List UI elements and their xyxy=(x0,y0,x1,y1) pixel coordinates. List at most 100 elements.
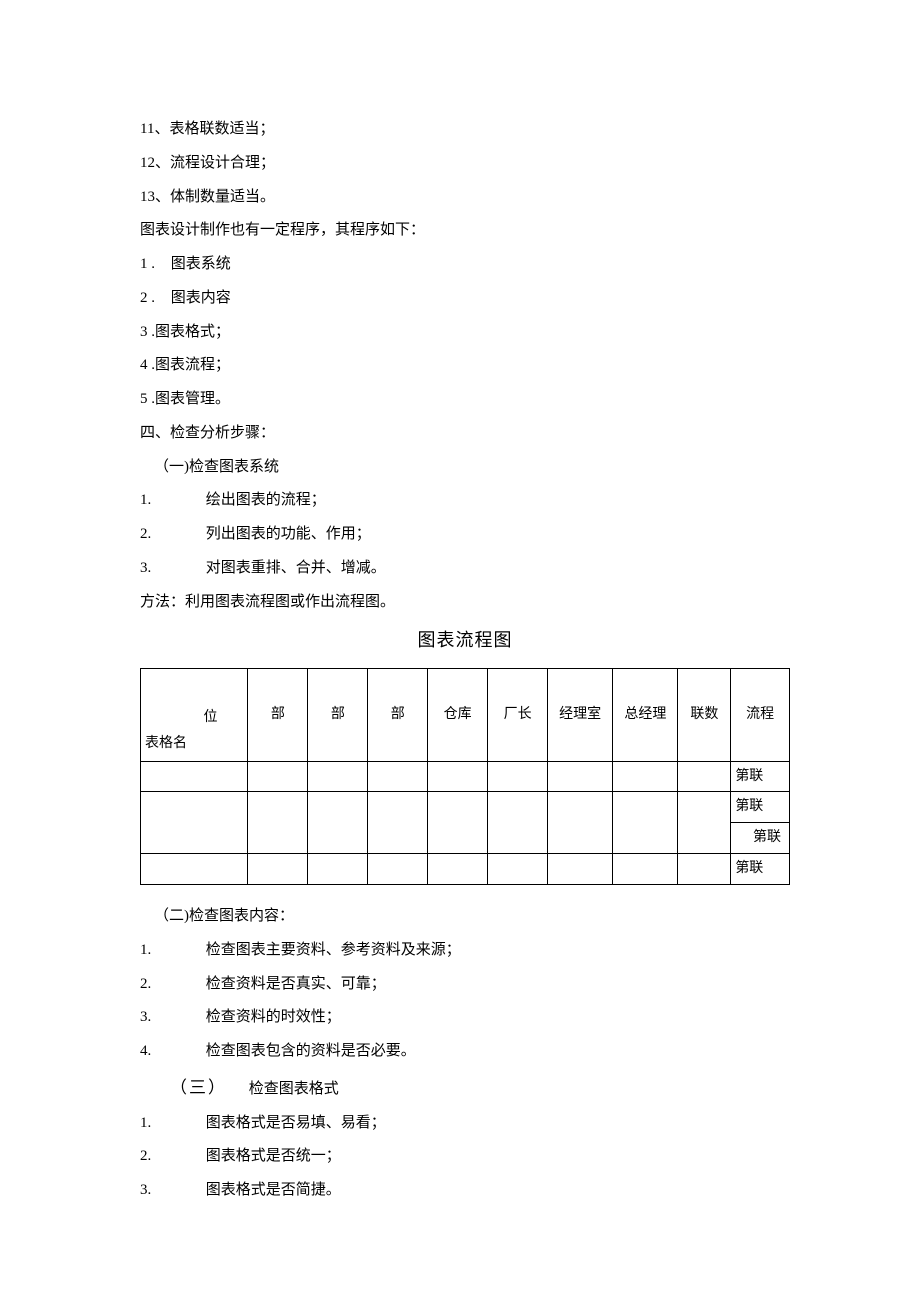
method-line: 方法：利用图表流程图或作出流程图。 xyxy=(140,589,790,617)
design-intro: 图表设计制作也有一定程序，其程序如下： xyxy=(140,217,790,245)
list-text: 图表格式是否易填、易看； xyxy=(206,1115,386,1131)
table-row: 第联 xyxy=(141,761,790,792)
cell xyxy=(428,792,488,854)
list-text: 检查图表包含的资料是否必要。 xyxy=(206,1043,416,1059)
line-item-11: 11、表格联数适当； xyxy=(140,116,790,144)
cell xyxy=(613,854,678,885)
flowchart-table: 位 表格名 部 部 部 仓库 厂长 经理室 总经理 联数 流程 第联 第联 第联… xyxy=(140,668,790,886)
cell xyxy=(678,854,731,885)
list-num: 3. xyxy=(140,1177,202,1205)
table-title: 图表流程图 xyxy=(140,624,790,657)
cell xyxy=(141,792,248,854)
cell xyxy=(678,761,731,792)
cell xyxy=(308,761,368,792)
cell xyxy=(248,854,308,885)
col-header: 部 xyxy=(308,668,368,761)
corner-label-name: 表格名 xyxy=(145,731,187,757)
sub3-item-3: 3. 图表格式是否简捷。 xyxy=(140,1177,790,1205)
sub3-label: 检查图表格式 xyxy=(231,1081,339,1097)
list-num: 1 . xyxy=(140,256,155,272)
sub1-item-2: 2. 列出图表的功能、作用； xyxy=(140,521,790,549)
cell xyxy=(548,792,613,854)
cell xyxy=(613,792,678,854)
cell xyxy=(368,792,428,854)
sub2-item-2: 2. 检查资料是否真实、可靠； xyxy=(140,971,790,999)
list-text: 检查资料是否真实、可靠； xyxy=(206,976,386,992)
subsection-2-title: （二)检查图表内容： xyxy=(140,903,790,931)
col-header: 总经理 xyxy=(613,668,678,761)
list-text: 对图表重排、合并、增减。 xyxy=(206,560,386,576)
cell xyxy=(428,854,488,885)
cell xyxy=(141,854,248,885)
cell xyxy=(368,854,428,885)
sub2-item-3: 3. 检查资料的时效性； xyxy=(140,1004,790,1032)
design-item-3: 3 .图表格式； xyxy=(140,319,790,347)
cell-flow: 第联 xyxy=(731,823,790,854)
list-num: 2. xyxy=(140,521,202,549)
cell xyxy=(308,854,368,885)
list-text: 检查资料的时效性； xyxy=(206,1009,341,1025)
list-text: 图表内容 xyxy=(159,290,231,306)
list-num: 2. xyxy=(140,971,202,999)
cell xyxy=(488,792,548,854)
cell xyxy=(548,761,613,792)
table-row: 第联 xyxy=(141,792,790,823)
sub1-item-1: 1. 绘出图表的流程； xyxy=(140,487,790,515)
line-item-13: 13、体制数量适当。 xyxy=(140,184,790,212)
col-header: 部 xyxy=(368,668,428,761)
cell xyxy=(308,792,368,854)
list-text: 图表格式是否简捷。 xyxy=(206,1182,341,1198)
cell xyxy=(368,761,428,792)
cell xyxy=(488,854,548,885)
list-num: 3. xyxy=(140,555,202,583)
corner-label-wei: 位 xyxy=(203,705,217,731)
list-text: 检查图表主要资料、参考资料及来源； xyxy=(206,942,461,958)
list-num: 2 . xyxy=(140,290,155,306)
list-num: 1. xyxy=(140,937,202,965)
list-num: 1. xyxy=(140,1110,202,1138)
sub3-item-2: 2. 图表格式是否统一； xyxy=(140,1143,790,1171)
cell xyxy=(678,792,731,854)
sub3-num: （三） xyxy=(170,1078,227,1097)
table-header-row: 位 表格名 部 部 部 仓库 厂长 经理室 总经理 联数 流程 xyxy=(141,668,790,761)
sub1-item-3: 3. 对图表重排、合并、增减。 xyxy=(140,555,790,583)
list-text: 图表格式是否统一； xyxy=(206,1148,341,1164)
cell-flow: 第联 xyxy=(731,792,790,823)
cell xyxy=(613,761,678,792)
list-num: 1. xyxy=(140,487,202,515)
document-body: 11、表格联数适当； 12、流程设计合理； 13、体制数量适当。 图表设计制作也… xyxy=(0,0,920,1271)
line-item-12: 12、流程设计合理； xyxy=(140,150,790,178)
cell xyxy=(141,761,248,792)
list-text: 列出图表的功能、作用； xyxy=(206,526,371,542)
design-item-1: 1 . 图表系统 xyxy=(140,251,790,279)
design-item-5: 5 .图表管理。 xyxy=(140,386,790,414)
col-header: 厂长 xyxy=(488,668,548,761)
section-4-heading: 四、检查分析步骤： xyxy=(140,420,790,448)
cell xyxy=(488,761,548,792)
header-corner-cell: 位 表格名 xyxy=(141,668,248,761)
subsection-1-title: （一)检查图表系统 xyxy=(140,454,790,482)
list-text: 图表系统 xyxy=(159,256,231,272)
list-num: 3. xyxy=(140,1004,202,1032)
cell xyxy=(428,761,488,792)
design-item-2: 2 . 图表内容 xyxy=(140,285,790,313)
col-header: 仓库 xyxy=(428,668,488,761)
cell-flow: 第联 xyxy=(731,761,790,792)
design-item-4: 4 .图表流程； xyxy=(140,352,790,380)
col-header: 联数 xyxy=(678,668,731,761)
cell xyxy=(548,854,613,885)
cell-flow: 第联 xyxy=(731,854,790,885)
col-header: 部 xyxy=(248,668,308,761)
col-header: 经理室 xyxy=(548,668,613,761)
subsection-3-title: （三） 检查图表格式 xyxy=(140,1072,790,1104)
col-header: 流程 xyxy=(731,668,790,761)
sub3-item-1: 1. 图表格式是否易填、易看； xyxy=(140,1110,790,1138)
cell xyxy=(248,792,308,854)
list-num: 4. xyxy=(140,1038,202,1066)
list-num: 2. xyxy=(140,1143,202,1171)
list-text: 绘出图表的流程； xyxy=(206,492,326,508)
sub2-item-1: 1. 检查图表主要资料、参考资料及来源； xyxy=(140,937,790,965)
table-row: 第联 xyxy=(141,854,790,885)
sub2-item-4: 4. 检查图表包含的资料是否必要。 xyxy=(140,1038,790,1066)
cell xyxy=(248,761,308,792)
